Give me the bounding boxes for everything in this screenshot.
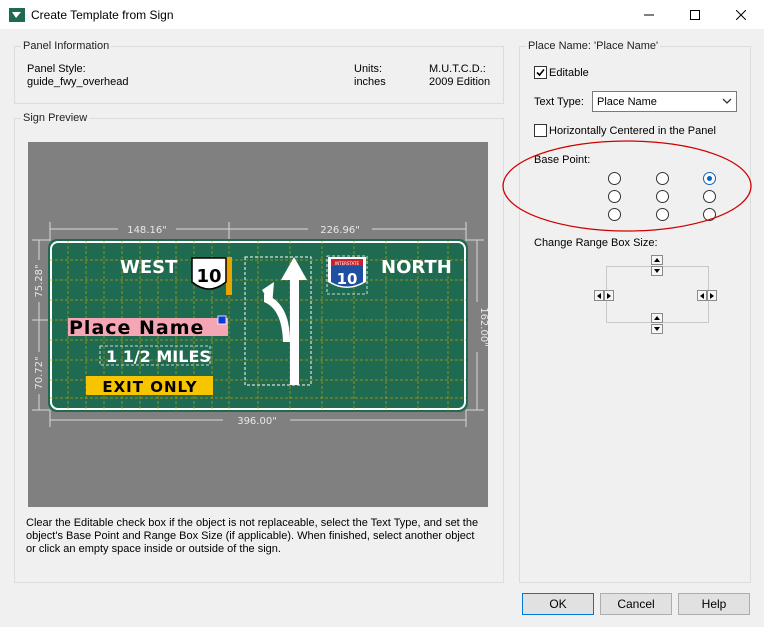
interstate-route-number: 10 bbox=[337, 270, 358, 288]
base-point-bottom-left[interactable] bbox=[608, 208, 621, 221]
sign-place-name-text: Place Name bbox=[69, 317, 204, 339]
dim-bottom: 396.00" bbox=[237, 416, 277, 427]
dim-left-bottom: 70.72" bbox=[34, 356, 45, 389]
base-point-top-right[interactable] bbox=[703, 172, 716, 185]
range-left-right-button[interactable] bbox=[604, 290, 614, 301]
sign-distance-text: 1 1/2 MILES bbox=[106, 347, 211, 366]
triangle-left-icon bbox=[597, 292, 601, 299]
editable-label: Editable bbox=[549, 67, 589, 79]
close-icon bbox=[736, 10, 746, 20]
units-value: inches bbox=[354, 76, 386, 88]
range-top-down-button[interactable] bbox=[651, 266, 663, 276]
checkmark-icon bbox=[536, 68, 545, 77]
panel-information-group: Panel Information bbox=[14, 40, 504, 104]
editable-checkbox[interactable] bbox=[534, 66, 547, 79]
range-right-right-button[interactable] bbox=[707, 290, 717, 301]
interstate-banner-text: INTERSTATE bbox=[335, 261, 359, 266]
instructions-text: Clear the Editable check box if the obje… bbox=[26, 517, 479, 555]
panel-information-title: Panel Information bbox=[21, 40, 112, 52]
units-label: Units: bbox=[354, 63, 383, 75]
us-route-number: 10 bbox=[196, 266, 221, 287]
panel-style-value: guide_fwy_overhead bbox=[27, 76, 129, 88]
base-point-middle-left[interactable] bbox=[608, 190, 621, 203]
triangle-left-icon bbox=[700, 292, 704, 299]
range-left-left-button[interactable] bbox=[594, 290, 604, 301]
text-type-value: Place Name bbox=[597, 96, 657, 108]
triangle-up-icon bbox=[654, 316, 660, 320]
range-top-up-button[interactable] bbox=[651, 255, 663, 265]
help-button[interactable]: Help bbox=[678, 593, 750, 615]
dim-top-right: 226.96" bbox=[320, 225, 360, 236]
triangle-up-icon bbox=[654, 258, 660, 262]
place-name-group-title: Place Name: 'Place Name' bbox=[526, 40, 661, 52]
dim-top-left: 148.16" bbox=[127, 225, 167, 236]
range-box-label: Change Range Box Size: bbox=[534, 237, 658, 249]
text-type-label: Text Type: bbox=[534, 96, 584, 108]
base-point-bottom-center[interactable] bbox=[656, 208, 669, 221]
hcenter-label: Horizontally Centered in the Panel bbox=[549, 125, 716, 137]
range-bottom-down-button[interactable] bbox=[651, 324, 663, 334]
cancel-button[interactable]: Cancel bbox=[600, 593, 672, 615]
hcenter-checkbox[interactable] bbox=[534, 124, 547, 137]
close-button[interactable] bbox=[718, 0, 764, 30]
maximize-icon bbox=[690, 10, 700, 20]
base-point-middle-center[interactable] bbox=[656, 190, 669, 203]
base-point-bottom-right[interactable] bbox=[703, 208, 716, 221]
base-point-label: Base Point: bbox=[534, 154, 591, 166]
sign-preview-title: Sign Preview bbox=[21, 112, 90, 124]
panel-style-label: Panel Style: bbox=[27, 63, 86, 75]
mutcd-label: M.U.T.C.D.: bbox=[429, 63, 486, 75]
dim-right: 162.00" bbox=[478, 307, 488, 347]
triangle-down-icon bbox=[654, 269, 660, 273]
base-point-top-center[interactable] bbox=[656, 172, 669, 185]
triangle-right-icon bbox=[607, 292, 611, 299]
minimize-icon bbox=[644, 14, 654, 16]
text-type-select[interactable]: Place Name bbox=[592, 91, 737, 112]
ok-button[interactable]: OK bbox=[522, 593, 594, 615]
title-bar: Create Template from Sign bbox=[0, 0, 764, 30]
range-bottom-up-button[interactable] bbox=[651, 313, 663, 323]
app-logo-icon bbox=[9, 8, 25, 22]
sign-exit-only-text: EXIT ONLY bbox=[102, 378, 197, 396]
sign-preview-canvas[interactable]: 148.16" 226.96" 396.00" 75.28" 70.72" 16… bbox=[28, 142, 489, 507]
sign-drawing: 148.16" 226.96" 396.00" 75.28" 70.72" 16… bbox=[32, 222, 489, 427]
base-point-top-left[interactable] bbox=[608, 172, 621, 185]
sign-north-text: NORTH bbox=[381, 257, 452, 278]
dim-left-top: 75.28" bbox=[34, 264, 45, 297]
triangle-right-icon bbox=[710, 292, 714, 299]
range-right-left-button[interactable] bbox=[697, 290, 707, 301]
chevron-down-icon bbox=[722, 98, 732, 104]
base-point-middle-right[interactable] bbox=[703, 190, 716, 203]
maximize-button[interactable] bbox=[672, 0, 718, 30]
mutcd-value: 2009 Edition bbox=[429, 76, 491, 88]
minimize-button[interactable] bbox=[626, 0, 672, 30]
triangle-down-icon bbox=[654, 327, 660, 331]
window-title: Create Template from Sign bbox=[31, 8, 174, 22]
sign-west-text: WEST bbox=[120, 257, 178, 278]
